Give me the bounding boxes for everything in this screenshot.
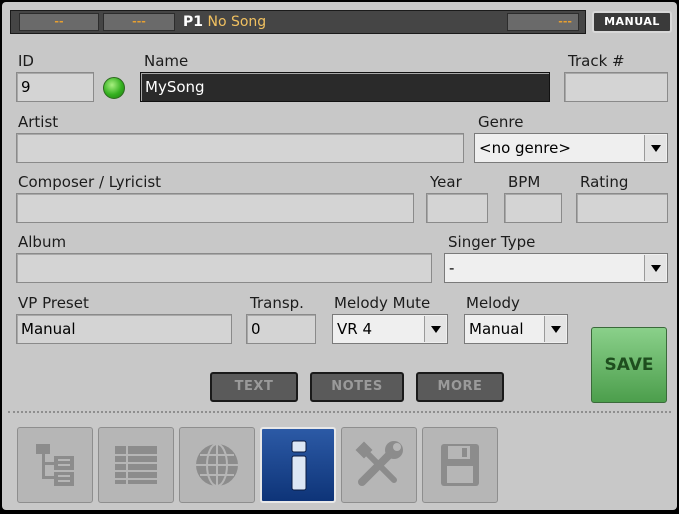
status-segment-2: --- (103, 13, 175, 31)
tab-list[interactable] (98, 427, 174, 503)
bpm-field[interactable] (504, 193, 562, 223)
id-label: ID (18, 52, 34, 70)
artist-field[interactable] (16, 133, 464, 163)
singer-type-select[interactable]: - (444, 253, 668, 283)
notes-button[interactable]: NOTES (310, 372, 404, 402)
melody-select[interactable]: Manual (464, 314, 568, 344)
transpose-label: Transp. (250, 294, 304, 312)
album-field[interactable] (16, 253, 432, 283)
genre-select-value: <no genre> (479, 139, 571, 157)
tab-globe[interactable] (179, 427, 255, 503)
singer-type-label: Singer Type (448, 233, 536, 251)
bpm-label: BPM (508, 173, 541, 191)
name-label: Name (144, 52, 189, 70)
track-number-label: Track # (568, 52, 625, 70)
transpose-field[interactable]: 0 (246, 314, 316, 344)
melody-label: Melody (466, 294, 520, 312)
more-button[interactable]: MORE (416, 372, 504, 402)
tools-icon (355, 441, 403, 486)
song-title: P1 No Song (183, 13, 266, 31)
divider (8, 411, 671, 413)
artist-label: Artist (18, 113, 59, 131)
tab-save-disk[interactable] (422, 427, 498, 503)
rating-field[interactable] (576, 193, 668, 223)
year-field[interactable] (426, 193, 488, 223)
status-segment-1: -- (19, 13, 99, 31)
chevron-down-icon[interactable] (644, 135, 666, 161)
globe-icon (196, 443, 238, 487)
chevron-down-icon[interactable] (544, 316, 566, 342)
tree-icon (36, 444, 74, 486)
id-field[interactable]: 9 (16, 72, 94, 102)
composer-field[interactable] (16, 193, 414, 223)
melody-mute-label: Melody Mute (334, 294, 431, 312)
program-number: P1 (183, 14, 204, 30)
top-status-bar: -- --- P1 No Song --- MANUAL (10, 10, 673, 34)
chevron-down-icon[interactable] (644, 255, 666, 281)
album-label: Album (18, 233, 67, 251)
melody-select-value: Manual (469, 320, 524, 338)
manual-mode-badge[interactable]: MANUAL (592, 11, 672, 33)
melody-mute-select[interactable]: VR 4 (332, 314, 448, 344)
list-icon (115, 446, 157, 484)
status-led-icon (103, 77, 125, 99)
genre-label: Genre (478, 113, 524, 131)
floppy-disk-icon (441, 444, 479, 486)
song-name: No Song (207, 14, 267, 30)
tab-tools[interactable] (341, 427, 417, 503)
track-number-field[interactable] (564, 72, 668, 102)
status-segment-right: --- (507, 13, 579, 31)
name-input[interactable]: MySong (140, 72, 550, 102)
text-button[interactable]: TEXT (210, 372, 298, 402)
info-icon (291, 440, 307, 491)
vp-preset-field[interactable]: Manual (16, 314, 232, 344)
tab-info[interactable] (260, 427, 336, 503)
year-label: Year (430, 173, 462, 191)
vp-preset-label: VP Preset (18, 294, 89, 312)
genre-select[interactable]: <no genre> (474, 133, 668, 163)
song-status-display: -- --- P1 No Song --- (10, 10, 586, 34)
melody-mute-select-value: VR 4 (337, 320, 372, 338)
song-info-panel: -- --- P1 No Song --- MANUAL ID 9 Name M… (2, 2, 677, 510)
singer-type-select-value: - (449, 259, 455, 277)
tab-tree[interactable] (17, 427, 93, 503)
rating-label: Rating (580, 173, 629, 191)
save-button[interactable]: SAVE (591, 327, 667, 403)
chevron-down-icon[interactable] (424, 316, 446, 342)
composer-label: Composer / Lyricist (18, 173, 162, 191)
